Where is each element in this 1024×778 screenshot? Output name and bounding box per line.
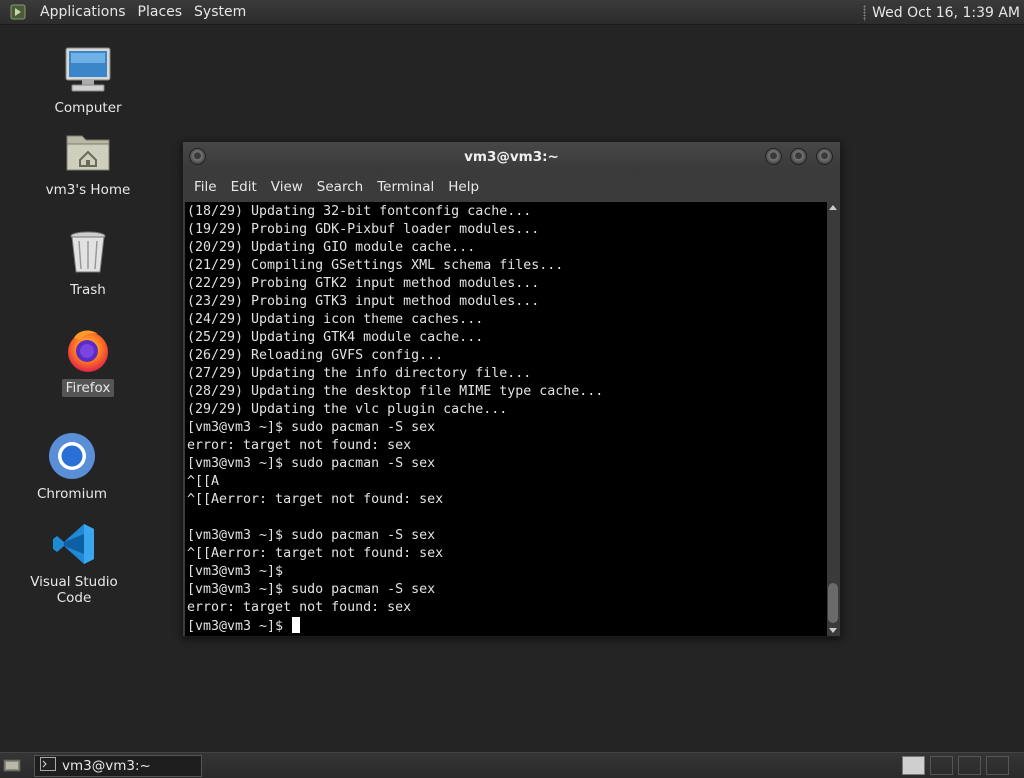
- terminal-line: (27/29) Updating the info directory file…: [187, 366, 532, 381]
- desktop-icon-computer[interactable]: Computer: [30, 44, 146, 117]
- terminal-line: [vm3@vm3 ~]$ sudo pacman -S sex: [187, 456, 436, 471]
- terminal-line: (28/29) Updating the desktop file MIME t…: [187, 384, 604, 399]
- terminal-line: (22/29) Probing GTK2 input method module…: [187, 276, 540, 291]
- menu-help[interactable]: Help: [441, 179, 486, 195]
- bottom-panel: vm3@vm3:~: [0, 752, 1024, 778]
- terminal-cursor: [292, 617, 301, 633]
- desktop-icon-label: Computer: [54, 100, 122, 116]
- terminal-line: (21/29) Compiling GSettings XML schema f…: [187, 258, 564, 273]
- taskbar-item-label: vm3@vm3:~: [62, 758, 151, 774]
- top-menu-bar: Applications Places System: [34, 0, 252, 25]
- terminal-line: ^[[Aerror: target not found: sex: [187, 492, 444, 507]
- scroll-up-icon[interactable]: [829, 205, 837, 210]
- menu-view[interactable]: View: [264, 179, 310, 195]
- desktop-icon-vscode[interactable]: Visual Studio Code: [16, 518, 132, 607]
- workspace-1[interactable]: [902, 756, 925, 775]
- applications-menu-icon[interactable]: [8, 2, 28, 22]
- terminal-prompt-line[interactable]: [vm3@vm3 ~]$: [187, 617, 828, 635]
- terminal-line: (20/29) Updating GIO module cache...: [187, 240, 476, 255]
- desktop-icon-label: vm3's Home: [45, 182, 131, 198]
- menu-search[interactable]: Search: [310, 179, 370, 195]
- firefox-icon: [62, 324, 114, 376]
- taskbar-item-terminal[interactable]: vm3@vm3:~: [34, 755, 202, 777]
- terminal-scrollbar[interactable]: [827, 202, 839, 636]
- menu-system[interactable]: System: [188, 0, 252, 25]
- terminal-line: [vm3@vm3 ~]$ sudo pacman -S sex: [187, 420, 436, 435]
- panel-handle-icon[interactable]: [863, 4, 867, 21]
- desktop-icon-home[interactable]: vm3's Home: [30, 126, 146, 199]
- minimize-icon[interactable]: [765, 148, 782, 165]
- menu-applications[interactable]: Applications: [34, 0, 132, 25]
- scroll-down-icon[interactable]: [829, 628, 837, 633]
- terminal-line: (18/29) Updating 32-bit fontconfig cache…: [187, 204, 532, 219]
- workspace-4[interactable]: [986, 756, 1009, 775]
- window-titlebar[interactable]: vm3@vm3:~: [183, 142, 840, 171]
- terminal-line: (23/29) Probing GTK3 input method module…: [187, 294, 540, 309]
- terminal-line: (24/29) Updating icon theme caches...: [187, 312, 484, 327]
- vscode-icon: [48, 518, 100, 570]
- terminal-prompt: [vm3@vm3 ~]$: [187, 619, 292, 634]
- terminal-line: (19/29) Probing GDK-Pixbuf loader module…: [187, 222, 540, 237]
- window-title: vm3@vm3:~: [464, 148, 559, 165]
- home-folder-icon: [62, 126, 114, 178]
- chromium-icon: [46, 430, 98, 482]
- terminal-line: error: target not found: sex: [187, 600, 412, 615]
- terminal-menubar: File Edit View Search Terminal Help: [183, 171, 840, 202]
- terminal-line: (25/29) Updating GTK4 module cache...: [187, 330, 484, 345]
- desktop-icon-label: Firefox: [61, 379, 115, 397]
- clock[interactable]: Wed Oct 16, 1:39 AM: [872, 5, 1024, 21]
- desktop-icon-chromium[interactable]: Chromium: [14, 430, 130, 503]
- terminal-output[interactable]: (18/29) Updating 32-bit fontconfig cache…: [185, 202, 828, 636]
- workspace-2[interactable]: [930, 756, 953, 775]
- menu-places[interactable]: Places: [132, 0, 189, 25]
- desktop-icon-label: Trash: [70, 282, 106, 298]
- terminal-icon: [40, 757, 56, 775]
- menu-terminal[interactable]: Terminal: [370, 179, 441, 195]
- terminal-lines: (18/29) Updating 32-bit fontconfig cache…: [187, 202, 828, 635]
- menu-edit[interactable]: Edit: [224, 179, 264, 195]
- terminal-line: [vm3@vm3 ~]$ sudo pacman -S sex: [187, 528, 436, 543]
- terminal-window[interactable]: vm3@vm3:~ File Edit View Search Terminal…: [182, 141, 841, 637]
- terminal-line: (29/29) Updating the vlc plugin cache...: [187, 402, 508, 417]
- close-icon[interactable]: [816, 148, 833, 165]
- terminal-line: [vm3@vm3 ~]$: [187, 564, 284, 579]
- desktop-icon-trash[interactable]: Trash: [30, 226, 146, 299]
- window-menu-icon[interactable]: [189, 148, 206, 165]
- terminal-line: [vm3@vm3 ~]$ sudo pacman -S sex: [187, 582, 436, 597]
- menu-file[interactable]: File: [187, 179, 224, 195]
- terminal-line: ^[[Aerror: target not found: sex: [187, 546, 444, 561]
- show-desktop-icon[interactable]: [3, 758, 21, 773]
- terminal-line: error: target not found: sex: [187, 438, 412, 453]
- trash-icon: [62, 226, 114, 278]
- terminal-line: (26/29) Reloading GVFS config...: [187, 348, 444, 363]
- scrollbar-thumb[interactable]: [828, 583, 838, 623]
- top-panel-right: Wed Oct 16, 1:39 AM: [863, 0, 1024, 25]
- workspace-3[interactable]: [958, 756, 981, 775]
- top-panel: Applications Places System Wed Oct 16, 1…: [0, 0, 1024, 25]
- desktop-icon-label: Chromium: [36, 486, 108, 502]
- desktop-icon-firefox[interactable]: Firefox: [30, 324, 146, 397]
- maximize-icon[interactable]: [790, 148, 807, 165]
- computer-icon: [62, 44, 114, 96]
- terminal-line: ^[[A: [187, 474, 220, 489]
- desktop-icon-label: Visual Studio Code: [30, 574, 118, 606]
